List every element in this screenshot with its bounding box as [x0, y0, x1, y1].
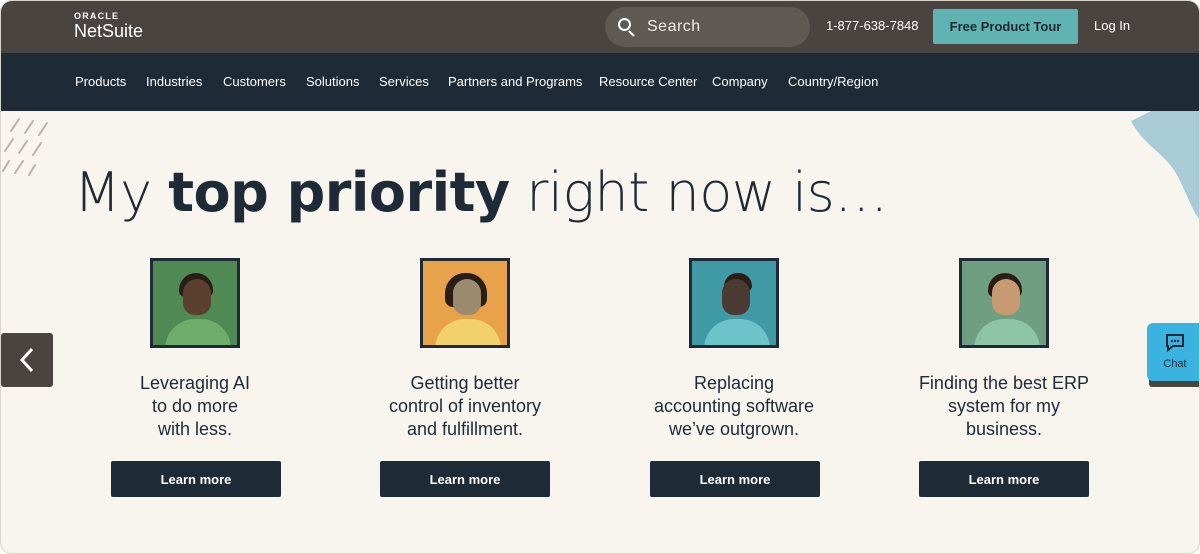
priority-card-erp: Finding the best ERP system for my busin… [874, 258, 1134, 441]
chat-label: Chat [1163, 358, 1187, 370]
learn-more-button-accounting[interactable]: Learn more [650, 461, 820, 497]
chevron-left-icon [19, 347, 34, 373]
learn-more-button-erp[interactable]: Learn more [919, 461, 1089, 497]
search-icon[interactable] [617, 17, 637, 37]
chat-button[interactable]: Chat [1147, 323, 1199, 381]
main-nav: Products Industries Customers Solutions … [1, 53, 1199, 111]
learn-more-button-ai[interactable]: Learn more [111, 461, 281, 497]
search-input[interactable] [647, 18, 787, 36]
headline-bold: top priority [168, 161, 510, 224]
nav-item-company[interactable]: Company [712, 74, 768, 89]
headline-post: right now is… [509, 161, 888, 224]
portrait-image [420, 258, 510, 348]
page: ORACLE NetSuite 1-877-638-7848 Free Prod… [0, 0, 1200, 554]
decorative-blob [1131, 111, 1199, 219]
nav-item-country-region[interactable]: Country/Region [788, 74, 878, 89]
nav-item-resource-center[interactable]: Resource Center [599, 74, 697, 89]
nav-item-customers[interactable]: Customers [223, 74, 286, 89]
chat-bubble-icon [1166, 334, 1184, 353]
card-text: Leveraging AI to do more with less. [139, 373, 251, 439]
portrait-image [689, 258, 779, 348]
top-bar: ORACLE NetSuite 1-877-638-7848 Free Prod… [1, 1, 1199, 53]
portrait-image [150, 258, 240, 348]
card-text: Getting better control of inventory and … [388, 373, 542, 439]
free-product-tour-button[interactable]: Free Product Tour [933, 9, 1078, 44]
learn-more-button-inventory[interactable]: Learn more [380, 461, 550, 497]
logo-oracle-text: ORACLE [74, 11, 120, 21]
hero-section: My top priority right now is… Leveraging… [1, 111, 1199, 553]
priority-card-inventory: Getting better control of inventory and … [335, 258, 595, 441]
priority-card-accounting: Replacing accounting software we’ve outg… [604, 258, 864, 441]
nav-item-solutions[interactable]: Solutions [306, 74, 359, 89]
decorative-lines [2, 118, 48, 176]
card-text: Replacing accounting software we’ve outg… [653, 373, 815, 439]
login-link[interactable]: Log In [1094, 18, 1130, 33]
card-text: Finding the best ERP system for my busin… [918, 373, 1090, 439]
carousel-prev-button[interactable] [1, 333, 53, 387]
headline-pre: My [74, 161, 169, 224]
logo-netsuite-text: NetSuite [74, 21, 144, 41]
portrait-image [959, 258, 1049, 348]
nav-item-industries[interactable]: Industries [146, 74, 202, 89]
phone-number-link[interactable]: 1-877-638-7848 [826, 18, 919, 33]
search-box[interactable] [605, 7, 810, 47]
priority-card-ai: Leveraging AI to do more with less. [65, 258, 325, 441]
nav-item-products[interactable]: Products [75, 74, 126, 89]
nav-item-services[interactable]: Services [379, 74, 429, 89]
nav-item-partners-and-programs[interactable]: Partners and Programs [448, 74, 582, 89]
netsuite-logo[interactable]: ORACLE NetSuite [74, 11, 143, 41]
hero-headline: My top priority right now is… [74, 161, 888, 224]
